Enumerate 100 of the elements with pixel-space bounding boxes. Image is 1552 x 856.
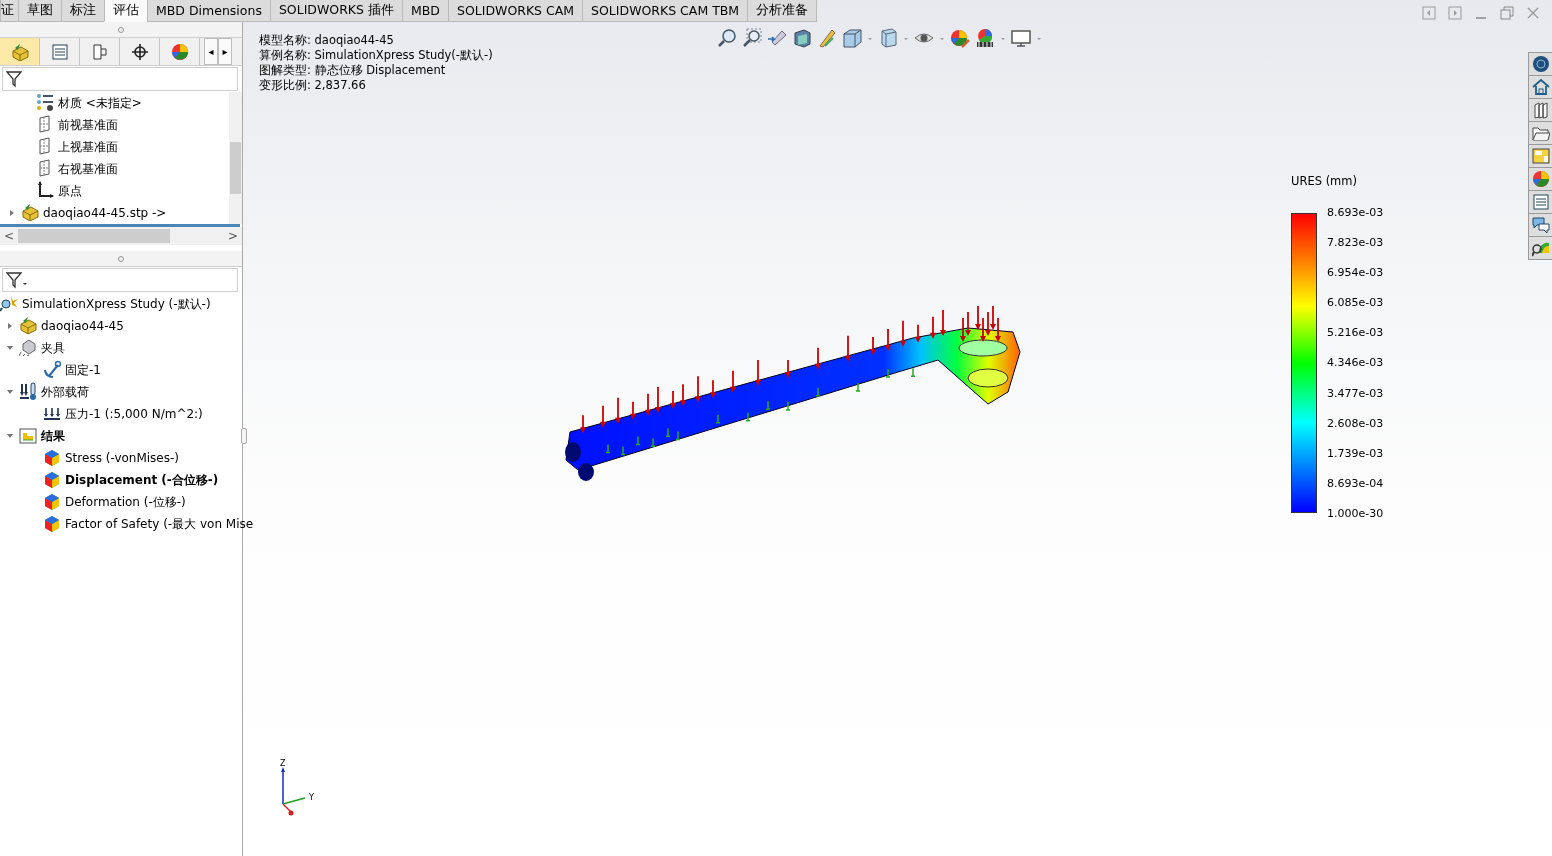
legend-value: 1.739e-03 [1327,446,1384,460]
ribbon-tab[interactable]: MBD [401,0,449,22]
colored-plot-icon [43,469,61,488]
tree-item[interactable]: Displacement (-合位移-) [65,471,219,489]
vertical-scrollbar[interactable] [229,92,242,224]
caret-icon[interactable] [1000,35,1006,41]
configuration-tree-icon [90,42,109,61]
tree-item[interactable]: 材质 <未指定> [58,94,142,112]
collapse-arrow-icon[interactable] [6,388,14,396]
legend-value: 8.693e-04 [1327,476,1384,490]
folder-icon[interactable] [1531,124,1550,142]
legend-value: 6.954e-03 [1327,266,1384,280]
monitor-icon[interactable] [1011,28,1031,48]
legend-value: 5.216e-03 [1327,326,1384,340]
zoom-fit-icon[interactable] [717,28,737,48]
tree-item[interactable]: Stress (-vonMises-) [65,451,180,465]
legend-value: 1.000e-30 [1327,506,1384,520]
collapse-arrow-icon[interactable] [6,432,14,440]
chart-folder-icon [19,425,37,444]
globe-icon[interactable] [1531,55,1550,73]
zoom-area-icon[interactable] [742,28,762,48]
legend-value: 4.346e-03 [1327,356,1384,370]
legend-title: URES (mm) [1291,174,1358,188]
splitter-handle[interactable] [118,255,124,262]
info-text: 算例名称: SimulationXpress Study(-默认-) [259,48,493,63]
tree-item[interactable]: 原点 [58,182,82,200]
pencil-ruler-icon[interactable] [817,28,837,48]
axis-triad-drawing [281,767,306,816]
filter-icon[interactable] [6,70,22,88]
info-text: 图解类型: 静态位移 Displacement [259,63,447,78]
legend-value: 6.085e-03 [1327,296,1384,310]
home-icon[interactable] [1531,78,1550,96]
color-ball-icon [170,42,189,61]
thermometer-arrows-icon [19,381,37,400]
filter-field[interactable] [2,268,238,292]
chat-icon[interactable] [1531,216,1550,234]
ribbon-tab[interactable]: 分析准备 [747,0,818,22]
colored-plot-icon [43,447,61,466]
filter-icon[interactable] [6,271,28,289]
tree-item[interactable]: 上视基准面 [58,138,118,156]
scroll-arrow[interactable]: > [227,229,238,243]
scene-ball-icon[interactable] [975,28,995,48]
tree-item[interactable]: SimulationXpress Study (-默认-) [22,295,211,313]
scroll-arrow[interactable]: < [4,229,15,243]
books-icon[interactable] [1531,101,1550,119]
tree-item[interactable]: Deformation (-位移-) [65,493,186,511]
caret-icon[interactable] [939,35,945,41]
legend-value: 7.823e-03 [1327,236,1384,250]
color-ball-pencil-icon[interactable] [950,28,970,48]
shaded-box-icon[interactable] [878,28,898,48]
flashlight-icon[interactable] [767,28,787,48]
expand-arrow-icon[interactable] [6,322,14,330]
tree-item[interactable]: 夹具 [41,339,65,357]
ribbon-tab[interactable]: SOLIDWORKS 插件 [269,0,403,22]
origin-axes-icon [36,180,54,199]
tree-item[interactable]: daoqiao44-45 [41,319,124,333]
ribbon-tab[interactable]: 草图 [18,0,62,22]
tree-item[interactable]: 结果 [41,427,65,445]
collapse-arrow-icon[interactable] [6,344,14,352]
ribbon-tab[interactable]: 标注 [61,0,105,22]
ribbon-tab[interactable]: SOLIDWORKS CAM TBM [582,0,749,22]
info-text: 模型名称: daoqiao44-45 [259,33,395,48]
legend-value: 3.477e-03 [1327,386,1384,400]
next-window-icon[interactable] [1448,6,1462,20]
caret-icon[interactable] [867,35,873,41]
ribbon-tab[interactable]: MBD Dimensions [147,0,271,22]
tree-item[interactable]: 前视基准面 [58,116,118,134]
list-icon[interactable] [1531,193,1550,211]
property-list-icon [50,42,69,61]
filter-field[interactable] [2,67,238,91]
legend-value: 2.608e-03 [1327,416,1384,430]
tree-item[interactable]: Factor of Safety (-最大 von Mise [65,515,254,533]
part-icon [10,42,29,61]
caret-icon[interactable] [903,35,909,41]
restore-icon[interactable] [1500,6,1514,20]
tree-item[interactable]: 固定-1 [65,361,101,379]
close-icon[interactable] [1526,6,1540,20]
color-ball-icon[interactable] [1531,170,1550,188]
crosshair-icon [130,42,149,61]
section-cube-icon[interactable] [792,28,812,48]
splitter-handle[interactable] [118,26,124,33]
panel-grip[interactable] [241,428,247,444]
tree-item[interactable]: 压力-1 (:5,000 N/m^2:) [65,405,203,423]
scrollbar-thumb[interactable] [18,229,171,243]
tree-item[interactable]: 右视基准面 [58,160,118,178]
layout-icon[interactable] [1531,147,1550,165]
colored-plot-icon [43,491,61,510]
expand-arrow-icon[interactable] [8,209,16,217]
ribbon-tab[interactable]: 评估 [104,0,148,22]
caret-icon[interactable] [1036,35,1042,41]
previous-window-icon[interactable] [1422,6,1436,20]
tree-item[interactable]: 外部载荷 [41,383,89,401]
part-icon [21,202,39,221]
cube-view-icon[interactable] [842,28,862,48]
part-icon [19,315,37,334]
axis-label: Z [280,759,286,768]
materials-list-icon [36,92,54,111]
tree-item[interactable]: daoqiao44-45.stp -> [43,206,167,220]
ribbon-tab[interactable]: SOLIDWORKS CAM [447,0,584,22]
fixture-icon [19,337,37,356]
